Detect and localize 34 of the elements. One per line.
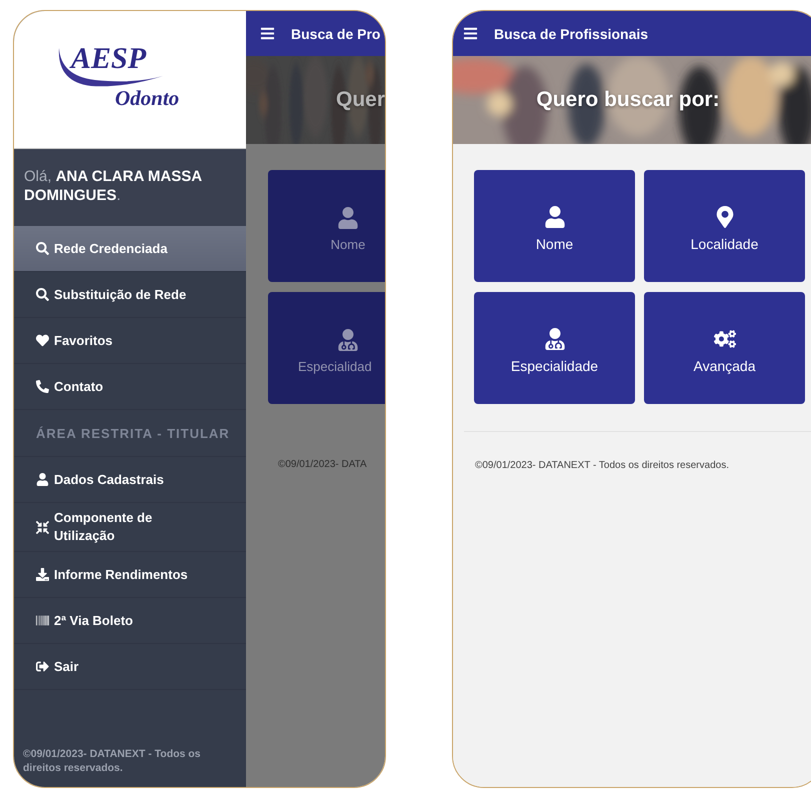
- page-title: Busca de Pro: [291, 26, 380, 42]
- banner-heading: Quero buscar por:: [536, 88, 720, 112]
- search-option-tile[interactable]: Nome: [268, 170, 385, 282]
- logo-brand: AESP: [71, 42, 146, 76]
- page-title: Busca de Profissionais: [494, 26, 648, 42]
- map-pin-icon: [714, 206, 736, 228]
- barcode-icon: [36, 614, 49, 627]
- copyright-text: ©09/01/2023- DATANEXT - Todos os direitos reservados.: [474, 459, 730, 471]
- greeting: Olá, ANA CLARA MASSA DOMINGUES.: [14, 149, 246, 226]
- banner-heading: Quer: [336, 88, 385, 112]
- search-option-tile[interactable]: Localidade: [644, 170, 805, 282]
- doctor-icon: [544, 328, 566, 350]
- doctor-icon: [337, 328, 359, 350]
- search-option-tile[interactable]: Especialidade: [474, 292, 635, 404]
- logout-icon: [36, 660, 49, 673]
- copyright-text: ©09/01/2023- DATA: [277, 458, 368, 470]
- user-icon: [544, 206, 566, 228]
- menu-icon[interactable]: [260, 26, 275, 41]
- menu-item[interactable]: Rede Credenciada: [14, 226, 246, 272]
- search-icon: [36, 288, 49, 301]
- search-option-tile[interactable]: Especialidad: [268, 292, 385, 404]
- logo-subtitle: Odonto: [115, 86, 180, 110]
- search-icon: [36, 242, 49, 255]
- download-icon: [36, 568, 49, 581]
- heart-icon: [36, 334, 49, 347]
- copyright-text: ©09/01/2023- DATANEXT - Todos os direitos reservados.: [22, 747, 202, 776]
- gears-icon: [714, 328, 736, 350]
- search-option-tile[interactable]: Nome: [474, 170, 635, 282]
- user-icon: [36, 473, 49, 486]
- compress-icon: [36, 520, 49, 534]
- menu-icon[interactable]: [463, 26, 478, 41]
- search-option-tile[interactable]: Avançada: [644, 292, 805, 404]
- user-icon: [337, 206, 359, 228]
- phone-icon: [36, 380, 49, 393]
